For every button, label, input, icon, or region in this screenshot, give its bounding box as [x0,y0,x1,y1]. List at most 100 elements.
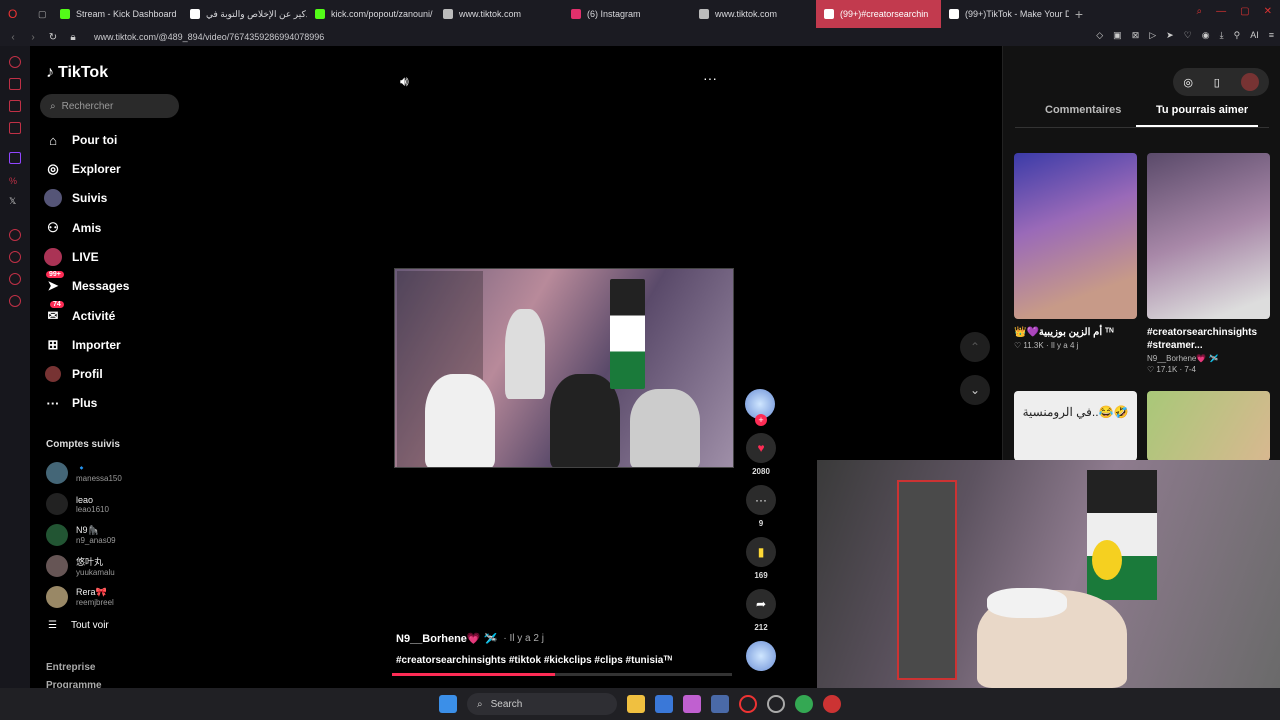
search-input[interactable] [61,100,162,112]
download-icon[interactable]: ⤓ [1220,30,1224,41]
browser-tab[interactable]: www.tiktok.com [691,0,816,28]
nav-item-messages[interactable]: ➤ 99+ Messages [44,271,129,297]
rail-icon[interactable] [9,251,21,263]
recommended-video-card[interactable] [1147,391,1270,461]
video-actions: + ♥ 2080 ··· 9 ▮ 169 ➦ 212 [745,389,777,680]
windows-start-icon[interactable] [439,695,457,713]
extensions-icon[interactable]: ⊠ [1132,30,1140,41]
address-bar: ‹ › ↻ 🔒︎ www.tiktok.com/@489_894/video/7… [0,28,1280,46]
tiktok-logo[interactable]: ♪ TikTok [46,64,108,82]
creator-avatar[interactable]: + [745,389,775,426]
nav-item-for-you[interactable]: ⌂ Pour toi [44,129,117,151]
browser-tab-active[interactable]: (99+)#creatorsearchin [816,0,941,28]
reload-icon[interactable]: ↻ [46,32,60,43]
forward-icon[interactable]: › [26,32,40,43]
followed-account[interactable]: 🔹 manessa150 [46,461,122,485]
device-icon[interactable]: ▯ [1214,76,1220,89]
recommended-video-card[interactable]: #creatorsearchinsights #streamer... N9__… [1147,153,1270,374]
store-icon[interactable] [655,695,673,713]
taskbar-search[interactable]: ⌕ Search [467,693,617,715]
percent-icon[interactable]: % [9,176,21,188]
nav-item-more[interactable]: ··· Plus [44,392,98,414]
opera-menu-icon[interactable]: O [0,0,30,28]
rail-icon[interactable] [9,100,21,112]
previous-video-button[interactable]: ⌃ [960,332,990,362]
tab-you-may-like[interactable]: Tu pourrais aimer [1156,104,1248,116]
nav-item-activity[interactable]: ✉ 74 Activité [44,301,115,327]
followed-account[interactable]: leao leao1610 [46,492,109,516]
recommended-video-card[interactable]: 👑💜أم الزين بوزيبية ᵀᴺ ♡ 11.3K · Il y a 4… [1014,153,1137,350]
video-player[interactable] [394,268,734,468]
account-icon[interactable]: ◉ [1202,30,1210,41]
file-explorer-icon[interactable] [627,695,645,713]
music-disc-icon[interactable] [746,641,776,671]
app-icon[interactable] [823,695,841,713]
rail-icon[interactable] [9,56,21,68]
share-icon[interactable]: ➦ [746,589,776,619]
settings-icon[interactable] [9,295,21,307]
easy-setup-icon[interactable]: ⚲ [1234,30,1241,41]
search-box[interactable]: ⌕ [40,94,179,118]
snapshot-icon[interactable]: ▣ [1113,30,1122,41]
user-avatar[interactable] [1240,73,1259,91]
url-field[interactable]: www.tiktok.com/@489_894/video/7674359286… [94,32,324,42]
footer-link[interactable]: Entreprise [46,662,95,673]
recommended-video-card[interactable]: في الرومنسية..😂🤣 [1014,391,1137,461]
nav-item-following[interactable]: Suivis [44,187,107,209]
video-hashtags[interactable]: #creatorsearchinsights #tiktok #kickclip… [396,655,672,666]
browser-tab[interactable]: kick.com/popout/zanouni/ [307,0,435,28]
video-author[interactable]: N9__Borhene💗 🛩️ [396,632,497,645]
chrome-icon[interactable] [795,695,813,713]
card-meta: ♡ 11.3K · Il y a 4 j [1014,341,1079,350]
follow-plus-icon[interactable]: + [755,414,767,426]
heart-icon[interactable]: ♥ [746,433,776,463]
followed-account[interactable]: Rera🎀 reemjbreel [46,585,114,609]
send-icon[interactable]: ➤ [1166,30,1174,41]
browser-tab[interactable]: www.tiktok.com [435,0,563,28]
minimize-icon[interactable]: — [1216,6,1226,17]
back-icon[interactable]: ‹ [6,32,20,43]
volume-icon[interactable]: 🔊︎ [400,73,409,90]
rail-icon[interactable] [9,273,21,285]
video-progress-bar[interactable] [392,673,732,676]
bookmark-icon[interactable]: ▮ [746,537,776,567]
x-icon[interactable]: 𝕏 [9,196,21,208]
rail-icon[interactable] [9,78,21,90]
copilot-icon[interactable] [683,695,701,713]
browser-tab-bar: O ▢ Stream - Kick Dashboard تذكير عن الإ… [0,0,1280,28]
browser-tab[interactable]: Stream - Kick Dashboard [52,0,182,28]
nav-item-profile[interactable]: Profil [44,363,103,385]
play-icon[interactable]: ▷ [1149,30,1156,41]
browser-tab[interactable]: (99+)TikTok - Make Your D [941,0,1069,28]
search-tabs-icon[interactable]: ⌕ [1197,6,1203,17]
nav-item-live[interactable]: LIVE [44,246,99,268]
new-tab-icon[interactable]: + [1069,4,1089,24]
rail-icon[interactable] [9,229,21,241]
opera-icon[interactable] [739,695,757,713]
close-icon[interactable]: ✕ [1264,6,1272,17]
search-icon: ⌕ [477,698,483,710]
tab-comments[interactable]: Commentaires [1045,104,1121,116]
browser-tab[interactable]: (6) Instagram [563,0,691,28]
explore-icon[interactable]: ◎ [1183,76,1193,89]
followed-account[interactable]: 悠叶丸 yuukamalu [46,554,115,578]
maximize-icon[interactable]: ▢ [1240,6,1249,17]
followed-account[interactable]: N9🦍 n9_anas09 [46,523,116,547]
nav-label: Suivis [72,191,108,205]
twitch-icon[interactable] [9,152,21,164]
comment-icon[interactable]: ··· [746,485,776,515]
heart-icon[interactable]: ♡ [1184,30,1192,41]
nav-item-upload[interactable]: ⊞ Importer [44,334,121,356]
see-all-link[interactable]: ☰ Tout voir [48,620,109,631]
ai-button[interactable]: AI [1250,30,1259,41]
browser-tab[interactable]: تذكير عن الإخلاص والتوبة في [182,0,307,28]
rail-icon[interactable] [9,122,21,134]
calculator-icon[interactable] [711,695,729,713]
more-options-icon[interactable]: ··· [703,70,717,86]
opera-gx-icon[interactable] [767,695,785,713]
nav-item-explore[interactable]: ◎ Explorer [44,158,120,180]
nav-item-friends[interactable]: ⚇ Amis [44,217,101,239]
next-video-button[interactable]: ⌄ [960,375,990,405]
bookmark-icon[interactable]: ◇ [1096,30,1103,41]
menu-icon[interactable]: ≡ [1269,30,1274,41]
